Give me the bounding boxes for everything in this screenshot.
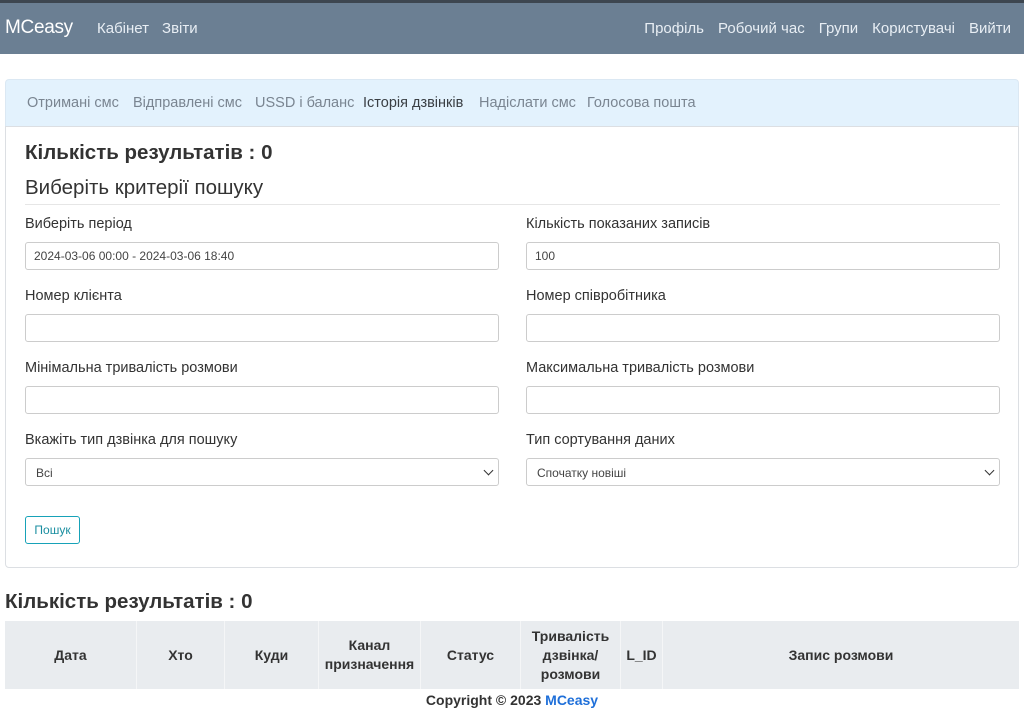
tab-sent-sms[interactable]: Відправлені смс [133, 95, 242, 111]
nav-link-groups[interactable]: Групи [819, 20, 858, 37]
employee-label: Номер співробітника [526, 288, 666, 304]
col-channel[interactable]: Канал призначення [319, 621, 421, 689]
tabs-bar: Отримані смс Відправлені смс USSD і бала… [5, 79, 1019, 127]
col-where[interactable]: Куди [225, 621, 319, 689]
nav-link-profile[interactable]: Профіль [644, 20, 704, 37]
max-duration-input[interactable] [526, 386, 1000, 414]
min-duration-input[interactable] [25, 386, 499, 414]
nav-link-logout[interactable]: Вийти [969, 20, 1011, 37]
nav-right: Профіль Робочий час Групи Користувачі Ви… [644, 20, 1011, 37]
navbar: MCeasy Кабінет Звіти Профіль Робочий час… [0, 3, 1024, 54]
results-table-header: Дата Хто Куди Канал призначення Статус Т… [5, 621, 1019, 689]
tab-ussd-balance[interactable]: USSD і баланс [255, 95, 354, 111]
min-duration-label: Мінімальна тривалість розмови [25, 360, 238, 376]
records-input[interactable] [526, 242, 1000, 270]
col-date[interactable]: Дата [5, 621, 137, 689]
tab-call-history[interactable]: Історія дзвінків [363, 95, 463, 111]
sort-value: Спочатку новіші [537, 466, 627, 480]
nav-link-users[interactable]: Користувачі [872, 20, 955, 37]
max-duration-label: Максимальна тривалість розмови [526, 360, 755, 376]
tab-send-sms[interactable]: Надіслати смс [479, 95, 576, 111]
results-count-heading: Кількість результатів : 0 [25, 141, 273, 164]
nav-left: Кабінет Звіти [97, 20, 198, 37]
nav-link-cabinet[interactable]: Кабінет [97, 20, 149, 37]
sort-label: Тип сортування даних [526, 432, 675, 448]
records-label: Кількість показаних записів [526, 216, 711, 232]
tab-received-sms[interactable]: Отримані смс [27, 95, 119, 111]
criteria-divider [25, 204, 1000, 205]
footer-brand-link[interactable]: MCeasy [545, 692, 598, 708]
nav-link-reports[interactable]: Звіти [162, 20, 198, 37]
tab-voicemail[interactable]: Голосова пошта [587, 95, 696, 111]
brand-logo[interactable]: MCeasy [5, 17, 73, 39]
results-count-title: Кількість результатів : 0 [5, 590, 253, 613]
nav-link-work-time[interactable]: Робочий час [718, 20, 805, 37]
chevron-down-icon [483, 465, 494, 476]
col-recording[interactable]: Запис розмови [663, 621, 1019, 689]
sort-select[interactable]: Спочатку новіші [526, 458, 1000, 486]
col-who[interactable]: Хто [137, 621, 225, 689]
chevron-down-icon [984, 465, 995, 476]
footer: Copyright © 2023 MCeasy [0, 692, 1024, 708]
col-lid[interactable]: L_ID [621, 621, 663, 689]
col-status[interactable]: Статус [421, 621, 521, 689]
criteria-heading: Виберіть критерії пошуку [25, 176, 264, 199]
employee-input[interactable] [526, 314, 1000, 342]
footer-copyright: Copyright © 2023 [425, 692, 542, 708]
search-button[interactable]: Пошук [25, 516, 80, 544]
search-card: Кількість результатів : 0 Виберіть крите… [5, 126, 1019, 568]
client-label: Номер клієнта [25, 288, 122, 304]
call-type-label: Вкажіть тип дзвінка для пошуку [25, 432, 238, 448]
col-duration[interactable]: Тривалість дзвінка/ розмови [521, 621, 621, 689]
call-type-select[interactable]: Всі [25, 458, 499, 486]
call-type-value: Всі [36, 466, 53, 480]
period-label: Виберіть період [25, 216, 132, 232]
client-input[interactable] [25, 314, 499, 342]
period-input[interactable] [25, 242, 499, 270]
